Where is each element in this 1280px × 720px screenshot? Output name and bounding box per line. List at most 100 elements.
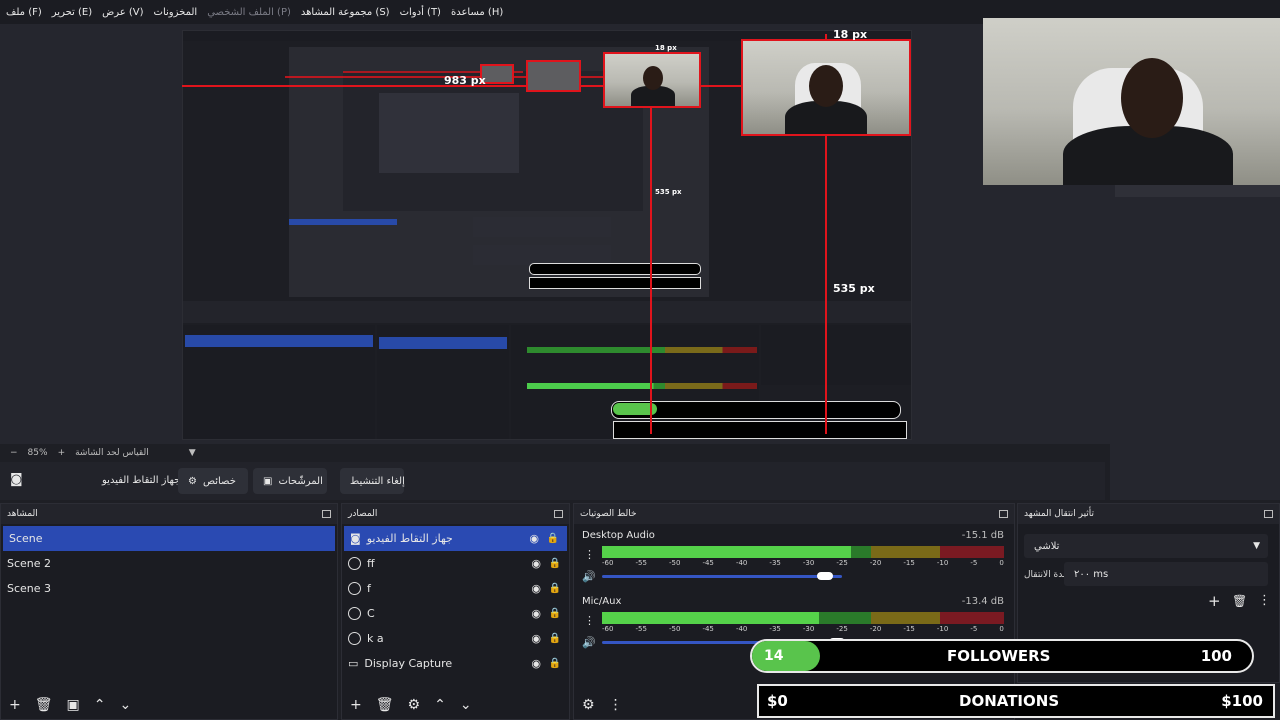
source-item[interactable]: ff ◉ 🔒 <box>342 551 569 576</box>
duration-label: مدة الانتقال <box>1024 570 1068 580</box>
camera-icon: ◙ <box>350 532 361 545</box>
toolbar-source-name: جهاز التقاط الفيديو <box>102 475 181 486</box>
menu-edit[interactable]: تحرير (E) <box>52 7 92 18</box>
lock-icon[interactable]: 🔒 <box>549 633 561 644</box>
remove-source-icon[interactable]: 🗑 <box>376 697 394 713</box>
meter-tick-label: -60 <box>602 559 614 567</box>
donations-label: DONATIONS <box>959 692 1060 710</box>
deactivate-button[interactable]: إلغاء التنشيط <box>340 468 405 494</box>
transition-type-select[interactable]: تلاشي ▼ <box>1024 534 1268 558</box>
meter-tick-label: -10 <box>936 625 949 633</box>
source-item[interactable]: k a ◉ 🔒 <box>342 626 569 651</box>
add-scene-icon[interactable]: + <box>9 697 21 713</box>
remove-scene-icon[interactable]: 🗑 <box>35 697 53 713</box>
browser-icon <box>348 582 361 595</box>
volume-slider-knob[interactable] <box>817 572 834 580</box>
zoom-in-button[interactable]: + <box>58 448 66 458</box>
source-item[interactable]: ▭ Display Capture ◉ 🔒 <box>342 651 569 676</box>
scenes-header: المشاهد <box>1 504 337 524</box>
meter-tick-label: -40 <box>735 625 748 633</box>
meter-ticks: -60 -55 -50 -45 -40 -35 -30 -25 -20 -15 -10 -5 0 <box>602 559 1004 567</box>
undock-icon[interactable] <box>1264 510 1273 518</box>
sources-footer: + 🗑 ⚙ ⌃ ⌄ <box>342 691 569 719</box>
followers-goal-bar: 14 FOLLOWERS 100 <box>750 639 1254 673</box>
source-item[interactable]: C ◉ 🔒 <box>342 601 569 626</box>
filters-button[interactable]: ▣ المرشّحات <box>253 468 327 494</box>
move-up-icon[interactable]: ⌃ <box>434 697 446 713</box>
lock-icon[interactable]: 🔒 <box>549 658 561 669</box>
right-panel-strip <box>1115 185 1280 197</box>
scene-filters-icon[interactable]: ▣ <box>67 697 80 713</box>
eye-icon[interactable]: ◉ <box>531 657 541 670</box>
lock-icon[interactable]: 🔒 <box>549 608 561 619</box>
menu-view[interactable]: عرض (V) <box>102 7 143 18</box>
meter-tick-label: -25 <box>836 625 848 633</box>
nested-person-head <box>643 66 663 90</box>
preview-canvas[interactable]: 18 px 983 px 535 px 18 px 535 px <box>0 24 1110 444</box>
meter-tick-label: -5 <box>970 625 978 633</box>
measure-top-label: 18 px <box>833 28 868 41</box>
kebab-icon[interactable]: ⋮ <box>584 548 595 561</box>
nested-controls <box>183 301 911 323</box>
move-down-icon[interactable]: ⌄ <box>119 697 131 713</box>
meter-tick-label: -20 <box>869 625 882 633</box>
nested-scene-row <box>185 335 373 347</box>
mixer-settings-icon[interactable]: ⚙ <box>582 697 595 713</box>
undock-icon[interactable] <box>999 510 1008 518</box>
menu-file[interactable]: ملف (F) <box>6 7 42 18</box>
person-head <box>809 65 843 107</box>
volume-slider[interactable] <box>602 572 842 580</box>
scene-item[interactable]: Scene 3 <box>1 576 337 601</box>
menu-docks[interactable]: المخزونات <box>154 7 198 18</box>
speaker-icon[interactable]: 🔊 <box>582 636 596 649</box>
add-source-icon[interactable]: + <box>350 697 362 713</box>
duration-input[interactable]: ٢٠٠ ms <box>1064 562 1268 586</box>
nested-mixer <box>473 217 611 237</box>
meter-zone <box>871 546 940 558</box>
scene-item[interactable]: Scene <box>3 526 335 551</box>
kebab-icon[interactable]: ⋮ <box>1258 593 1271 608</box>
eye-icon[interactable]: ◉ <box>531 632 541 645</box>
followers-goal: 100 <box>1200 647 1232 665</box>
lock-icon[interactable]: 🔒 <box>549 583 561 594</box>
kebab-icon[interactable]: ⋮ <box>584 614 595 627</box>
overlay-person-head <box>1121 58 1183 138</box>
scene-item[interactable]: Scene 2 <box>1 551 337 576</box>
menu-scene-collection[interactable]: مجموعة المشاهد (S) <box>301 7 390 18</box>
source-item[interactable]: f ◉ 🔒 <box>342 576 569 601</box>
remove-transition-icon[interactable]: 🗑 <box>1232 594 1247 608</box>
eye-icon[interactable]: ◉ <box>529 532 539 545</box>
eye-icon[interactable]: ◉ <box>531 582 541 595</box>
eye-icon[interactable]: ◉ <box>531 557 541 570</box>
menu-help[interactable]: مساعدة (H) <box>451 7 503 18</box>
meter-tick-label: -50 <box>668 559 681 567</box>
source-item[interactable]: ◙ جهاز التقاط الفيديو ◉ 🔒 <box>344 526 567 551</box>
scenes-title: المشاهد <box>7 509 38 519</box>
move-down-icon[interactable]: ⌄ <box>460 697 472 713</box>
lock-icon[interactable]: 🔒 <box>549 558 561 569</box>
speaker-icon[interactable]: 🔊 <box>582 570 596 583</box>
meter-tick-label: -60 <box>602 625 614 633</box>
properties-button[interactable]: ⚙ خصائص <box>178 468 248 494</box>
source-properties-icon[interactable]: ⚙ <box>408 697 421 713</box>
lock-icon[interactable]: 🔒 <box>547 533 559 544</box>
kebab-icon[interactable]: ⋮ <box>609 697 623 713</box>
filters-label: المرشّحات <box>278 475 323 487</box>
source-label: ff <box>367 557 375 570</box>
zoom-dropdown-icon[interactable]: ▼ <box>189 448 196 458</box>
menu-tools[interactable]: أدوات (T) <box>400 7 441 18</box>
eye-icon[interactable]: ◉ <box>531 607 541 620</box>
nested-webcam-box <box>603 52 701 108</box>
scenes-dock: المشاهد Scene Scene 2 Scene 3 + 🗑 ▣ ⌃ ⌄ <box>0 503 338 720</box>
zoom-out-button[interactable]: − <box>10 448 18 458</box>
move-up-icon[interactable]: ⌃ <box>94 697 106 713</box>
selected-webcam-source-box[interactable] <box>741 39 911 136</box>
sources-title: المصادر <box>348 509 378 519</box>
add-transition-icon[interactable]: + <box>1208 592 1221 610</box>
zoom-bar: − 85% + القياس لحد الشاشة ▼ <box>0 444 1110 462</box>
menu-profile[interactable]: الملف الشخصي (P) <box>207 7 291 18</box>
meter-ticks: -60 -55 -50 -45 -40 -35 -30 -25 -20 -15 -10 -5 0 <box>602 625 1004 633</box>
undock-icon[interactable] <box>554 510 563 518</box>
source-label: جهاز التقاط الفيديو <box>366 532 453 545</box>
undock-icon[interactable] <box>322 510 331 518</box>
